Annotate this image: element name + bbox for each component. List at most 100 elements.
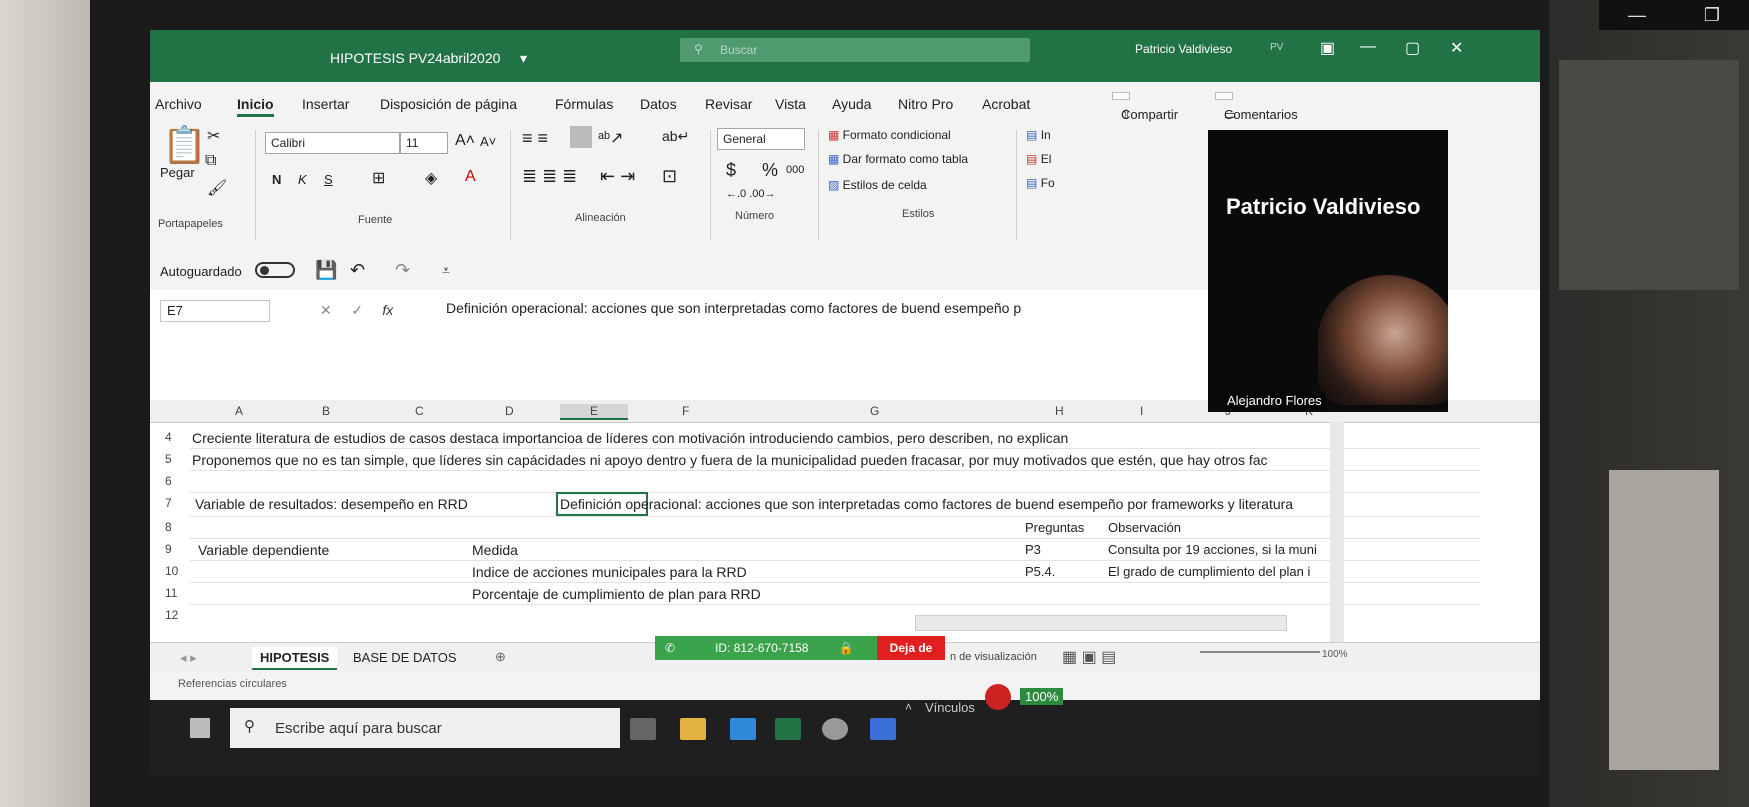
row-header-8[interactable]: 8 [165, 520, 185, 534]
align-middle-icon[interactable] [570, 126, 592, 148]
indent-icon[interactable]: ⇤ ⇥ [600, 166, 635, 187]
save-icon[interactable]: 💾 [315, 260, 337, 281]
undo-icon[interactable]: ↶ [350, 260, 365, 281]
cut-icon[interactable]: ✂ [207, 126, 220, 146]
restore-icon[interactable]: ❐ [1704, 5, 1720, 26]
enter-icon[interactable]: ✓ [351, 302, 363, 318]
links-label[interactable]: Vínculos [925, 700, 975, 715]
cell-h9[interactable]: P3 [1025, 542, 1041, 557]
cell-i10[interactable]: El grado de cumplimiento del plan i [1108, 564, 1310, 579]
sheet-tab-hipotesis[interactable]: HIPOTESIS [252, 647, 338, 670]
add-sheet-icon[interactable]: ⊕ [495, 649, 506, 665]
bold-button[interactable]: N [272, 172, 281, 187]
row-header-10[interactable]: 10 [165, 564, 185, 578]
horizontal-scrollbar[interactable] [915, 615, 1287, 631]
orientation-icon[interactable]: ᵃᵇ↗ [598, 128, 623, 148]
file-explorer-icon[interactable] [680, 718, 706, 740]
app-icon-2[interactable] [870, 718, 896, 740]
tab-formulas[interactable]: Fórmulas [555, 96, 613, 112]
chevron-down-icon[interactable]: ▾ [520, 50, 527, 67]
tab-datos[interactable]: Datos [640, 96, 677, 112]
cell-e7[interactable]: Definición operacional: acciones que son… [560, 496, 1293, 512]
search-box[interactable]: ⚲ Buscar [680, 38, 1030, 62]
app-icon[interactable] [730, 718, 756, 740]
sheet-tab-base-de-datos[interactable]: BASE DE DATOS [345, 647, 465, 668]
ribbon-display-icon[interactable]: ▣ [1320, 38, 1335, 58]
user-name[interactable]: Patricio Valdivieso [1135, 42, 1232, 56]
cell-h8[interactable]: Preguntas [1025, 520, 1084, 535]
format-cells-button[interactable]: ▤ Fo [1026, 176, 1055, 190]
comments-button[interactable]: ▭ Comentarios [1215, 92, 1298, 122]
paste-button[interactable]: Pegar [160, 165, 195, 180]
maximize-window-icon[interactable]: ▢ [1405, 38, 1420, 58]
currency-button[interactable]: $ [726, 160, 736, 181]
close-window-icon[interactable]: ✕ [1450, 38, 1463, 58]
app-tray-icon[interactable] [985, 684, 1011, 710]
italic-button[interactable]: K [298, 172, 307, 187]
excel-taskbar-icon[interactable] [775, 718, 801, 740]
name-box[interactable]: E7 [160, 300, 270, 322]
column-header-b[interactable]: B [322, 404, 330, 418]
share-button[interactable]: ⇧ Compartir [1112, 92, 1178, 122]
tab-vista[interactable]: Vista [775, 96, 806, 112]
browser-icon[interactable] [822, 718, 848, 740]
sheet-nav-icon[interactable]: ◂ ▸ [180, 650, 197, 666]
paste-icon[interactable]: 📋 [162, 124, 207, 166]
tab-disposicion[interactable]: Disposición de página [380, 96, 517, 112]
document-title[interactable]: HIPOTESIS PV24abril2020 [330, 50, 500, 66]
tab-insertar[interactable]: Insertar [302, 96, 349, 112]
align-top-icon[interactable]: ≡ ≡ [522, 128, 548, 149]
cell-h10[interactable]: P5.4. [1025, 564, 1055, 579]
row-header-11[interactable]: 11 [165, 586, 185, 600]
circular-references-status[interactable]: Referencias circulares [178, 678, 287, 690]
worksheet-grid[interactable]: A B C D E F G H I J K 4 5 6 7 8 9 10 11 … [150, 400, 1540, 642]
column-header-c[interactable]: C [415, 404, 424, 418]
cell-a5[interactable]: Proponemos que no es tan simple, que líd… [192, 452, 1268, 468]
cell-styles-button[interactable]: ▨ Estilos de celda [828, 178, 927, 192]
row-header-9[interactable]: 9 [165, 542, 185, 556]
conditional-format-button[interactable]: ▦ Formato condicional [828, 128, 951, 142]
decimal-buttons-icon[interactable]: ←.0 .00→ [726, 188, 776, 200]
wrap-text-icon[interactable]: ab↵ [662, 128, 689, 145]
customize-qat-icon[interactable]: ⩡ [442, 262, 450, 279]
cell-d11[interactable]: Porcentaje de cumplimiento de plan para … [472, 586, 761, 602]
cell-a9[interactable]: Variable dependiente [198, 542, 329, 558]
zoom-level[interactable]: 100% [1322, 649, 1348, 660]
task-view-icon[interactable] [630, 718, 656, 740]
tab-archivo[interactable]: Archivo [155, 96, 202, 112]
zoom-slider[interactable] [1200, 651, 1320, 653]
format-table-button[interactable]: ▦ Dar formato como tabla [828, 152, 968, 166]
normal-view-icon[interactable]: ▦ ▣ ▤ [1062, 647, 1116, 667]
column-header-i[interactable]: I [1140, 404, 1143, 418]
insert-cells-button[interactable]: ▤ In [1026, 128, 1051, 142]
video-call-overlay[interactable]: Patricio Valdivieso Alejandro Flores [1208, 130, 1448, 412]
tab-acrobat[interactable]: Acrobat [982, 96, 1030, 112]
copy-icon[interactable]: ⧉ [205, 152, 216, 170]
row-header-6[interactable]: 6 [165, 474, 185, 488]
column-header-f[interactable]: F [682, 404, 689, 418]
row-header-7[interactable]: 7 [165, 496, 185, 510]
cell-a4[interactable]: Creciente literatura de estudios de caso… [192, 430, 1068, 446]
decrease-font-icon[interactable]: A˅ [480, 134, 496, 149]
tab-revisar[interactable]: Revisar [705, 96, 752, 112]
function-icon[interactable]: fx [382, 302, 393, 318]
borders-icon[interactable]: ⊞ [372, 168, 385, 188]
windows-start-icon[interactable] [190, 718, 210, 738]
vertical-scrollbar[interactable] [1330, 422, 1344, 642]
column-header-a[interactable]: A [235, 404, 243, 418]
font-name-select[interactable]: Calibri [265, 132, 400, 154]
column-header-h[interactable]: H [1055, 404, 1064, 418]
cell-i8[interactable]: Observación [1108, 520, 1181, 535]
underline-button[interactable]: S [324, 172, 333, 187]
number-format-select[interactable]: General [717, 128, 805, 150]
minimize-icon[interactable]: — [1628, 5, 1646, 26]
font-color-icon[interactable]: A [465, 168, 476, 186]
cell-d10[interactable]: Indice de acciones municipales para la R… [472, 564, 747, 580]
tab-nitro-pro[interactable]: Nitro Pro [898, 96, 953, 112]
cell-d9[interactable]: Medida [472, 542, 518, 558]
percent-button[interactable]: % [762, 160, 778, 181]
tab-ayuda[interactable]: Ayuda [832, 96, 871, 112]
increase-font-icon[interactable]: A˄ [455, 132, 475, 150]
taskbar-search[interactable]: ⚲ Escribe aquí para buscar [230, 708, 620, 748]
row-header-4[interactable]: 4 [165, 430, 185, 444]
